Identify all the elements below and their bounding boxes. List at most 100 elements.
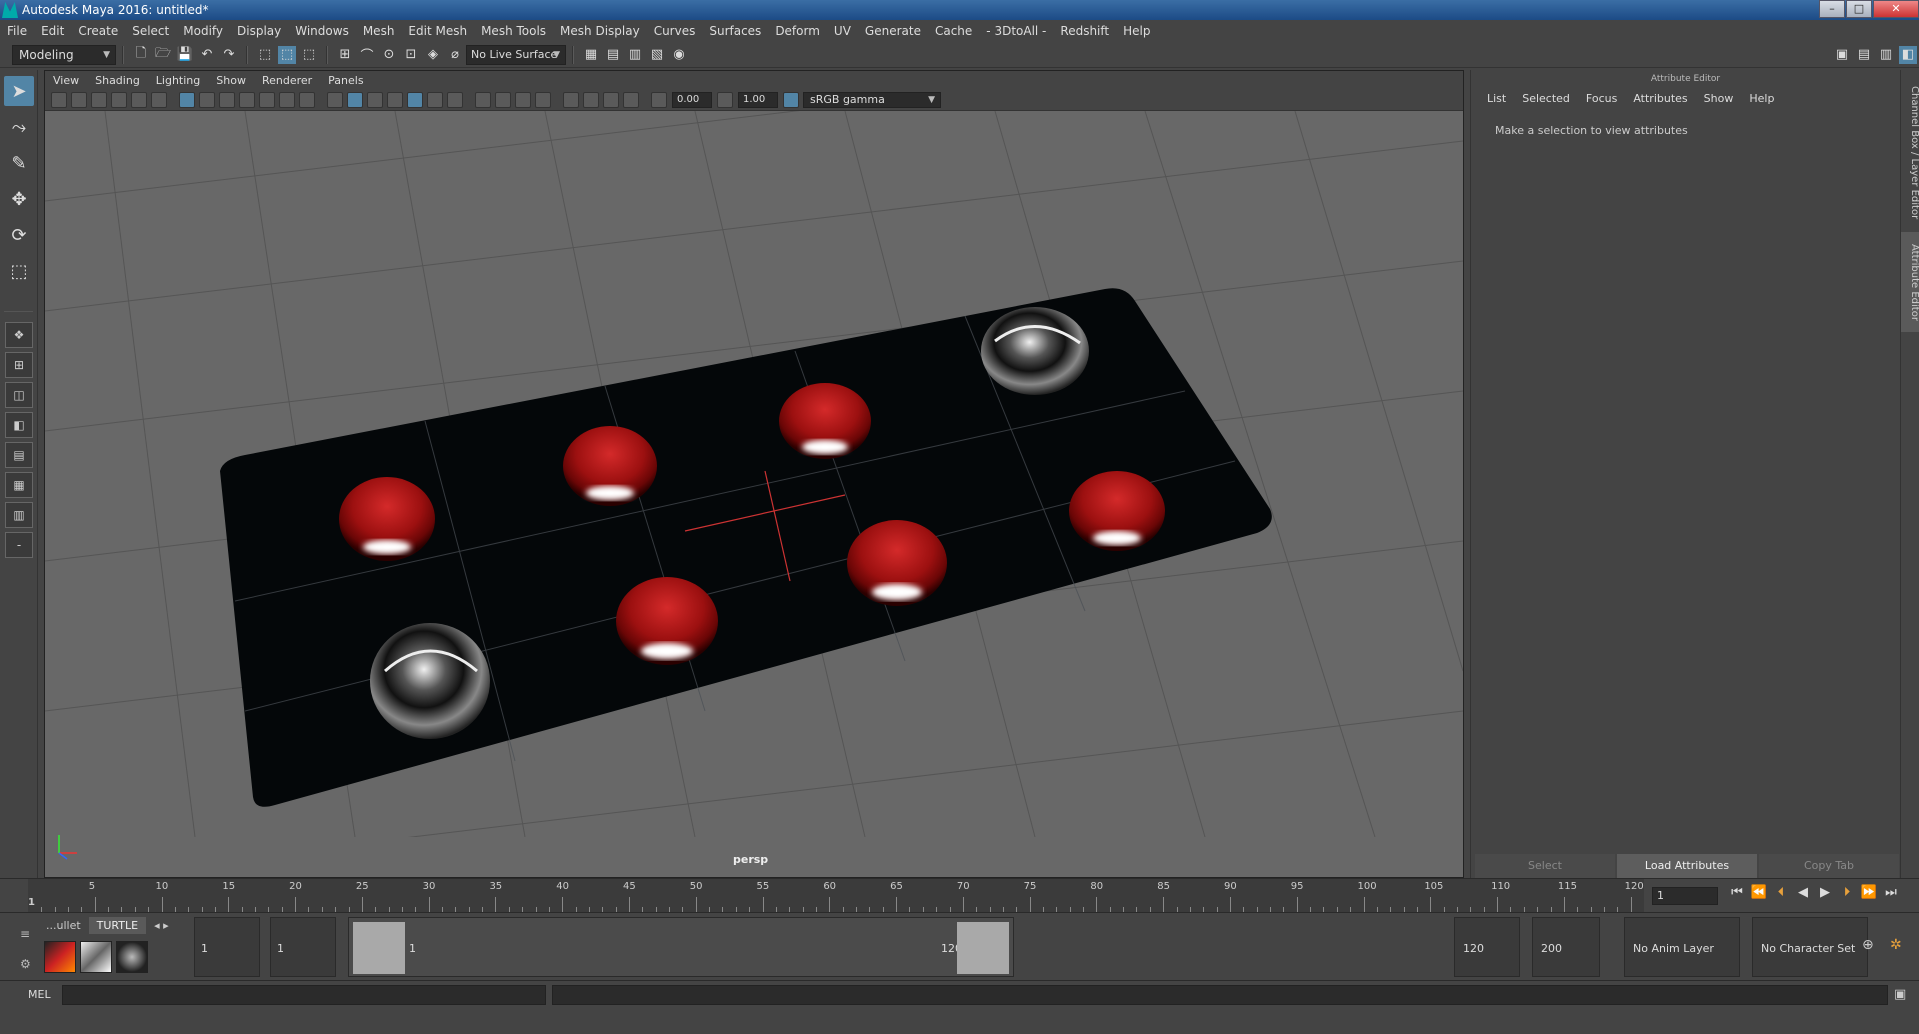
step-back-key-icon[interactable]: ⏴ <box>1770 885 1792 900</box>
xray-icon[interactable] <box>583 91 599 108</box>
grid-toggle-icon[interactable] <box>179 91 195 108</box>
single-perspective-layout-icon[interactable]: ❖ <box>5 322 33 348</box>
exposure-field[interactable]: 0.00 <box>672 91 712 108</box>
ae-menu-selected[interactable]: Selected <box>1514 92 1578 105</box>
attribute-editor-tab[interactable]: Attribute Editor <box>1901 232 1919 332</box>
menu-curves[interactable]: Curves <box>647 24 703 38</box>
menu-generate[interactable]: Generate <box>858 24 928 38</box>
render-view-icon[interactable]: ▧ <box>648 46 666 64</box>
wireframe-on-shaded-icon[interactable] <box>387 91 403 108</box>
select-component-icon[interactable]: ⬚ <box>300 46 318 64</box>
viewport-menu-renderer[interactable]: Renderer <box>254 74 320 87</box>
move-tool-icon[interactable]: ✥ <box>4 184 34 214</box>
menu-surfaces[interactable]: Surfaces <box>702 24 768 38</box>
menu-mesh-tools[interactable]: Mesh Tools <box>474 24 553 38</box>
menu-help[interactable]: Help <box>1116 24 1157 38</box>
menu-modify[interactable]: Modify <box>176 24 230 38</box>
gamma-field[interactable]: 1.00 <box>738 91 778 108</box>
red-piece-3[interactable] <box>779 383 871 459</box>
modeling-toolkit-icon[interactable]: ▣ <box>1833 46 1851 64</box>
persp-outliner-layout-icon[interactable]: ◧ <box>5 412 33 438</box>
channel-box-toggle-icon[interactable]: ◧ <box>1899 45 1917 64</box>
script-editor-icon[interactable]: ▣ <box>1894 987 1906 1002</box>
film-gate-icon[interactable] <box>199 91 215 108</box>
image-plane-icon[interactable] <box>111 91 127 108</box>
range-start-handle[interactable] <box>353 922 405 974</box>
shadows-icon[interactable] <box>447 91 463 108</box>
step-forward-frame-icon[interactable]: ⏩ <box>1858 885 1880 900</box>
attribute-editor-toggle-icon[interactable]: ▤ <box>1855 46 1873 64</box>
safe-title-icon[interactable] <box>299 91 315 108</box>
render-settings-icon[interactable]: ▦ <box>582 46 600 64</box>
render-current-frame-icon[interactable]: ▤ <box>604 46 622 64</box>
viewport-menu-panels[interactable]: Panels <box>320 74 371 87</box>
menu-mesh[interactable]: Mesh <box>356 24 402 38</box>
turtle-surface-icon[interactable] <box>116 941 148 973</box>
ae-select-button[interactable]: Select <box>1475 854 1615 878</box>
viewport-menu-show[interactable]: Show <box>208 74 254 87</box>
range-end-handle[interactable] <box>957 922 1009 974</box>
current-frame-field[interactable]: 1 <box>1652 887 1718 905</box>
red-piece-5[interactable] <box>847 520 947 606</box>
tool-settings-icon[interactable]: ▥ <box>1877 46 1895 64</box>
play-backwards-icon[interactable]: ◀ <box>1792 885 1814 900</box>
anim-layer-dropdown[interactable]: No Anim Layer <box>1624 917 1740 977</box>
copy-tab-button[interactable]: Copy Tab <box>1759 854 1899 878</box>
playback-end-field[interactable]: 120 <box>1454 917 1520 977</box>
chrome-piece-2[interactable] <box>370 623 490 739</box>
select-object-icon[interactable]: ⬚ <box>278 45 296 64</box>
ae-menu-list[interactable]: List <box>1479 92 1514 105</box>
snap-curve-icon[interactable]: ⌒ <box>358 46 376 64</box>
red-piece-6[interactable] <box>616 577 718 665</box>
motion-blur-icon[interactable] <box>495 91 511 108</box>
go-to-end-icon[interactable]: ⏭ <box>1880 885 1902 900</box>
undo-icon[interactable]: ↶ <box>198 46 216 64</box>
select-hierarchy-icon[interactable]: ⬚ <box>256 46 274 64</box>
command-input[interactable] <box>62 985 546 1005</box>
side-by-side-layout-icon[interactable]: ◫ <box>5 382 33 408</box>
redo-icon[interactable]: ↷ <box>220 46 238 64</box>
minimize-button[interactable]: – <box>1819 0 1845 18</box>
menu-edit[interactable]: Edit <box>34 24 71 38</box>
four-view-layout-icon[interactable]: ⊞ <box>5 352 33 378</box>
smooth-shade-icon[interactable] <box>347 91 363 108</box>
use-all-lights-icon[interactable] <box>427 91 443 108</box>
gamma-icon[interactable] <box>717 91 733 108</box>
safe-action-icon[interactable] <box>279 91 295 108</box>
use-default-material-icon[interactable] <box>367 91 383 108</box>
range-bar[interactable]: 1 120 <box>348 917 1014 977</box>
close-button[interactable]: ✕ <box>1873 0 1919 18</box>
shelf-tab-turtle[interactable]: TURTLE <box>88 917 147 934</box>
shelf-menu-icon[interactable]: ≡ <box>20 927 30 941</box>
character-set-dropdown[interactable]: No Character Set <box>1752 917 1868 977</box>
step-back-frame-icon[interactable]: ⏪ <box>1748 885 1770 900</box>
save-scene-icon[interactable]: 💾 <box>176 46 194 64</box>
shelf-tab-bullet[interactable]: ...ullet <box>38 917 89 934</box>
viewport-panel[interactable]: View Shading Lighting Show Renderer Pane… <box>44 70 1464 878</box>
camera-attributes-icon[interactable] <box>71 91 87 108</box>
view-transform-dropdown[interactable]: sRGB gamma <box>803 91 941 108</box>
xray-joints-icon[interactable] <box>623 91 639 108</box>
mode-selector[interactable]: Modeling <box>12 44 116 65</box>
menu-cache[interactable]: Cache <box>928 24 979 38</box>
script-language-label[interactable]: MEL <box>28 988 51 1001</box>
shelf-tab-scroll-icon[interactable]: ◂ ▸ <box>146 917 177 934</box>
menu-deform[interactable]: Deform <box>768 24 827 38</box>
isolate-select-icon[interactable] <box>563 91 579 108</box>
live-surface-field[interactable]: No Live Surface <box>466 44 566 65</box>
red-piece-2[interactable] <box>563 426 657 506</box>
ae-menu-show[interactable]: Show <box>1696 92 1742 105</box>
red-piece-1[interactable] <box>339 477 435 561</box>
play-forwards-icon[interactable]: ▶ <box>1814 885 1836 900</box>
hypershade-icon[interactable]: ◉ <box>670 46 688 64</box>
textured-icon[interactable] <box>407 91 423 108</box>
paint-select-tool-icon[interactable]: ✎ <box>4 148 34 178</box>
snap-point-icon[interactable]: ⊙ <box>380 46 398 64</box>
animation-preferences-icon[interactable]: ✲ <box>1890 937 1902 953</box>
hypershade-layout-icon[interactable]: ▦ <box>5 472 33 498</box>
bookmark-icon[interactable] <box>91 91 107 108</box>
animation-start-field[interactable]: 1 <box>194 917 260 977</box>
turtle-render-icon[interactable] <box>44 941 76 973</box>
menu-edit-mesh[interactable]: Edit Mesh <box>401 24 474 38</box>
snap-view-plane-icon[interactable]: ⊡ <box>402 46 420 64</box>
